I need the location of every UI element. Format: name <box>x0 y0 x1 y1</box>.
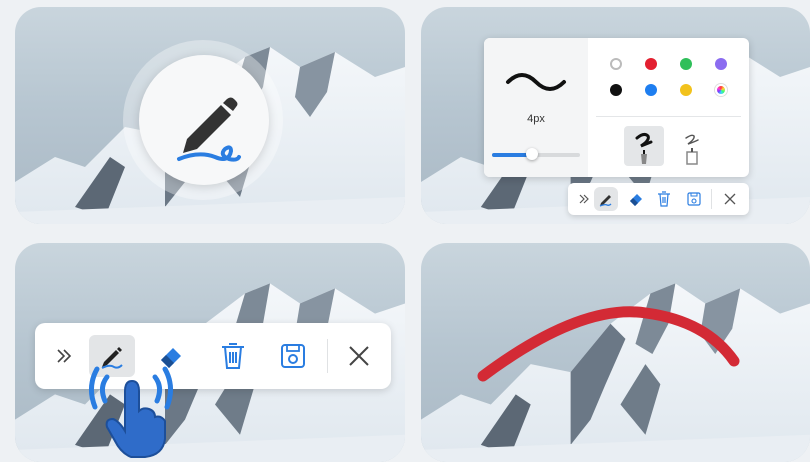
pen-settings-popup: 4px <box>484 38 749 177</box>
trash-icon <box>658 191 670 207</box>
close-icon <box>349 346 369 366</box>
calligraphy-pen-option[interactable] <box>624 126 664 166</box>
close-toolbar-button[interactable] <box>718 187 742 211</box>
color-swatch[interactable] <box>610 84 622 96</box>
pen-tool-button[interactable] <box>594 187 618 211</box>
toolbar-panel <box>15 243 405 462</box>
toolbar-divider <box>711 189 712 209</box>
save-button[interactable] <box>682 187 706 211</box>
settings-panel: 4px <box>421 7 810 224</box>
intro-panel <box>15 7 405 224</box>
save-icon <box>281 344 305 368</box>
stroke-size-label: 4px <box>527 113 545 125</box>
stroke-size-section: 4px <box>484 38 588 177</box>
save-icon <box>687 192 701 206</box>
close-toolbar-button[interactable] <box>340 337 378 375</box>
trash-icon <box>222 343 244 369</box>
color-swatch[interactable] <box>610 58 622 70</box>
annotation-toolbar-compact <box>568 183 749 215</box>
ink-pen-option[interactable] <box>672 126 712 166</box>
save-button[interactable] <box>273 337 313 375</box>
color-swatch[interactable] <box>645 84 657 96</box>
eraser-tool-button[interactable] <box>624 187 648 211</box>
color-swatch[interactable] <box>715 58 727 70</box>
delete-button[interactable] <box>652 187 676 211</box>
pen-signature-icon <box>177 97 241 162</box>
color-swatch[interactable] <box>645 58 657 70</box>
drawing-panel <box>421 243 810 462</box>
eraser-icon <box>630 194 642 206</box>
calligraphy-pen-icon <box>635 132 653 164</box>
close-icon <box>724 193 736 205</box>
color-swatch[interactable] <box>715 84 727 96</box>
drawn-stroke <box>477 306 740 382</box>
stroke-size-slider-knob[interactable] <box>525 148 538 160</box>
collapse-toolbar-button[interactable] <box>49 339 79 373</box>
pen-icon <box>599 195 612 207</box>
pen-signature-button[interactable] <box>139 55 269 185</box>
color-swatch[interactable] <box>680 58 692 70</box>
tap-gesture-icon <box>89 366 173 458</box>
color-swatch[interactable] <box>680 84 692 96</box>
ink-pen-icon <box>685 134 699 165</box>
collapse-toolbar-button[interactable] <box>574 187 594 211</box>
collapse-icon <box>579 194 589 204</box>
popup-divider <box>596 116 741 117</box>
toolbar-divider <box>327 339 328 373</box>
delete-button[interactable] <box>213 337 253 375</box>
collapse-icon <box>57 349 72 363</box>
